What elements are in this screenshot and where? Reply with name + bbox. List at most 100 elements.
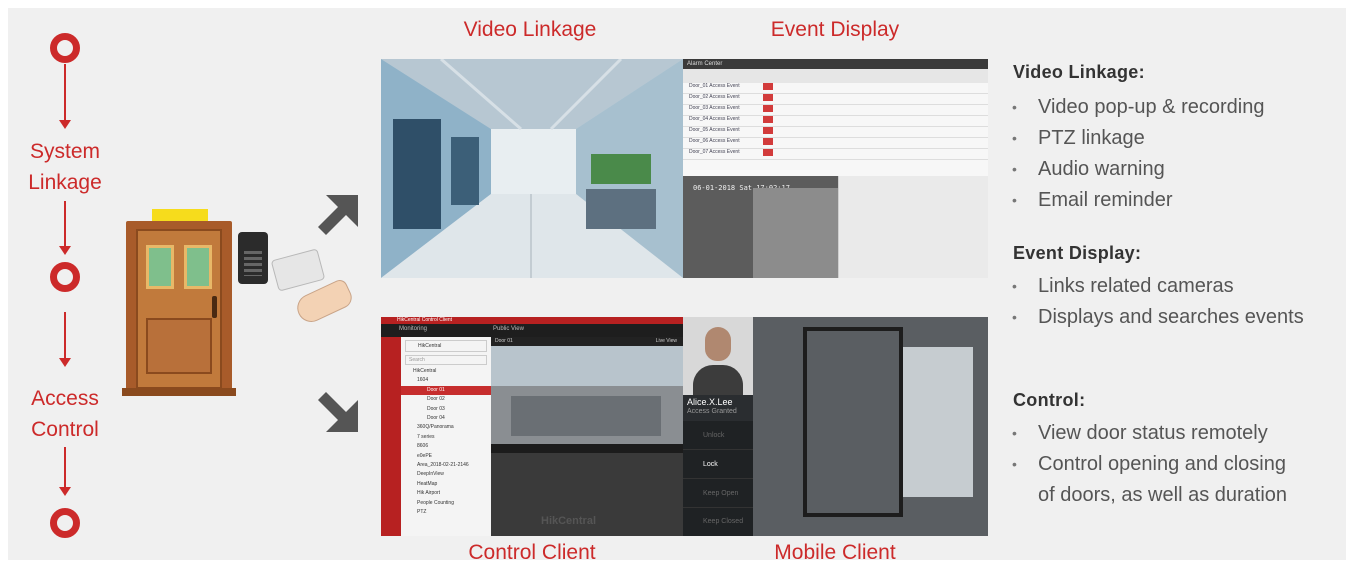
flow-node-top xyxy=(50,33,80,63)
live-video xyxy=(491,346,683,444)
list-item: PTZ linkage xyxy=(1010,123,1264,154)
tree-item[interactable]: DeepInView xyxy=(401,470,491,479)
list-item: Video pop-up & recording xyxy=(1010,92,1264,123)
table-row[interactable]: Door_04 Access Event xyxy=(683,116,988,127)
arrow-down-right-icon xyxy=(318,392,358,432)
keep-open-button[interactable]: Keep Open xyxy=(683,479,753,508)
unlock-button[interactable]: Unlock xyxy=(683,421,753,450)
tree-item-selected[interactable]: Door 01 xyxy=(401,385,491,396)
control-client-image: HikCentral Control Client Monitoring Pub… xyxy=(381,317,683,536)
video-scene-desks xyxy=(511,396,661,436)
alarm-badge xyxy=(763,83,773,90)
event-display-caption: Event Display xyxy=(770,18,900,41)
table-row[interactable]: Door_05 Access Event xyxy=(683,127,988,138)
mobile-video-pane xyxy=(753,317,988,536)
tab-monitoring[interactable]: Monitoring xyxy=(399,326,427,332)
door-threshold xyxy=(122,388,236,396)
glass-door-frame xyxy=(803,327,903,517)
control-client-caption: Control Client xyxy=(468,541,596,564)
arrow-down-icon xyxy=(59,487,71,496)
alarm-badge xyxy=(763,138,773,145)
flow-line xyxy=(64,447,66,488)
tree-item[interactable]: People Counting xyxy=(401,499,491,508)
tree-item[interactable]: 7 series xyxy=(401,433,491,442)
list-item: Links related cameras xyxy=(1010,271,1304,302)
list-item: Email reminder xyxy=(1010,185,1264,216)
video-linkage-heading: Video Linkage: xyxy=(1013,62,1145,82)
control-heading: Control: xyxy=(1013,390,1086,410)
list-item: Displays and searches events xyxy=(1010,302,1304,333)
mobile-client-image: Alice.X.Lee Access Granted Unlock Lock K… xyxy=(683,317,988,536)
video-scene-window xyxy=(491,346,683,386)
tree-item[interactable]: 1604 xyxy=(401,376,491,385)
arrow-down-icon xyxy=(59,120,71,129)
list-item: View door status remotely xyxy=(1010,418,1330,449)
event-display-image: Alarm Center Door_01 Access Event Door_0… xyxy=(683,59,988,278)
table-row[interactable]: Door_02 Access Event xyxy=(683,94,988,105)
search-input[interactable]: Search xyxy=(405,355,487,365)
event-window-titlebar: Alarm Center xyxy=(683,59,988,69)
table-row[interactable]: Door_07 Access Event xyxy=(683,149,988,160)
tree-item[interactable]: Door 03 xyxy=(401,405,491,414)
outdoor-view xyxy=(903,347,973,497)
flow-line xyxy=(64,201,66,247)
tree-item[interactable]: HeatMap xyxy=(401,480,491,489)
door-alarm-light xyxy=(152,209,208,221)
flow-line xyxy=(64,312,66,359)
event-map-pane xyxy=(838,176,988,278)
event-display-heading: Event Display: xyxy=(1013,243,1142,263)
table-row[interactable]: Door_03 Access Event xyxy=(683,105,988,116)
table-row[interactable]: Door_01 Access Event xyxy=(683,83,988,94)
event-toolbar xyxy=(683,69,988,83)
event-video-pane: 06-01-2018 Sat 17:02:17 xyxy=(683,176,838,278)
door-control-menu: Unlock Lock Keep Open Keep Closed xyxy=(683,421,753,536)
video-linkage-image xyxy=(381,59,683,278)
client-menu-bar: Monitoring Public View xyxy=(381,324,683,337)
hikcentral-watermark: HikCentral xyxy=(541,515,597,527)
door-window-right xyxy=(184,245,212,289)
card-reader-icon xyxy=(238,232,268,284)
tree-item[interactable]: 8606 xyxy=(401,442,491,451)
tree-item[interactable]: 360Q/Panorama xyxy=(401,423,491,432)
person-photo xyxy=(683,317,753,395)
tree-item[interactable]: HikCentral xyxy=(401,367,491,376)
alarm-badge xyxy=(763,127,773,134)
table-row[interactable]: Door_06 Access Event xyxy=(683,138,988,149)
control-list: View door status remotely Control openin… xyxy=(1010,418,1330,511)
tab-public-view[interactable]: Public View xyxy=(493,326,524,332)
lock-button[interactable]: Lock xyxy=(683,450,753,479)
tree-item[interactable]: Area_2018-02-21-2146 xyxy=(401,461,491,470)
person-name: Alice.X.Lee xyxy=(687,397,733,407)
tree-item[interactable]: PTZ xyxy=(401,508,491,517)
alarm-badge xyxy=(763,105,773,112)
keep-closed-button[interactable]: Keep Closed xyxy=(683,508,753,536)
person-head-icon xyxy=(705,327,731,361)
arrow-down-icon xyxy=(59,246,71,255)
tree-item[interactable]: Door 04 xyxy=(401,414,491,423)
video-toolbar[interactable] xyxy=(491,444,683,453)
client-titlebar: HikCentral Control Client xyxy=(381,317,683,324)
event-table: Door_01 Access Event Door_02 Access Even… xyxy=(683,83,988,171)
alarm-badge xyxy=(763,116,773,123)
tree-item[interactable]: e0ePE xyxy=(401,452,491,461)
tree-item[interactable]: Door 02 xyxy=(401,395,491,404)
video-linkage-caption: Video Linkage xyxy=(463,18,597,41)
site-select[interactable]: HikCentral xyxy=(405,340,487,352)
door-window-left xyxy=(146,245,174,289)
access-control-label: Access Control xyxy=(31,387,99,441)
alarm-badge xyxy=(763,94,773,101)
person-body-icon xyxy=(693,365,743,395)
video-tab[interactable]: Door 01 Live View xyxy=(491,337,683,346)
corridor-scene xyxy=(381,59,683,278)
list-item: Control opening and closing of doors, as… xyxy=(1010,449,1290,511)
client-video-area: Door 01 Live View HikCentral xyxy=(491,337,683,536)
client-resource-tree: HikCentral Search HikCentral 1604 Door 0… xyxy=(401,337,491,536)
flow-node-middle xyxy=(50,262,80,292)
mobile-client-caption: Mobile Client xyxy=(774,541,896,564)
door-lower-panel xyxy=(146,318,212,374)
tree-item[interactable]: Hik Airport xyxy=(401,489,491,498)
person-status: Access Granted xyxy=(687,408,737,415)
client-left-rail xyxy=(381,337,401,536)
door-handle xyxy=(212,296,217,318)
arrow-down-icon xyxy=(59,358,71,367)
